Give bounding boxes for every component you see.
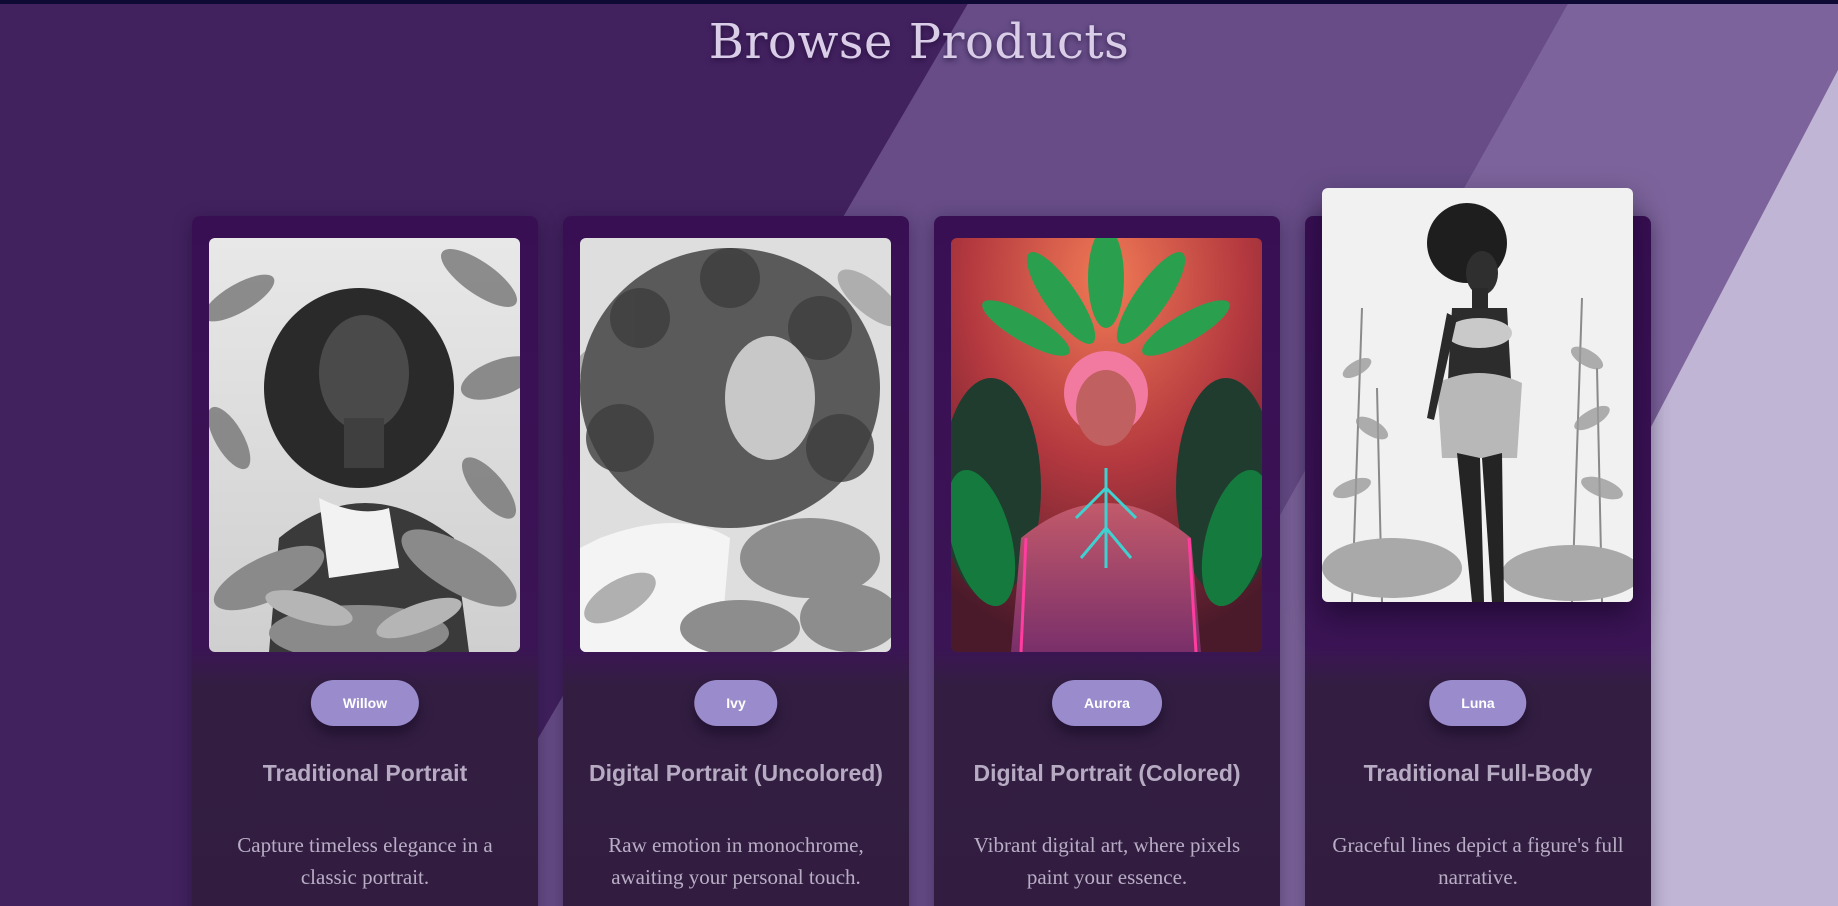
- top-strip: [0, 0, 1838, 4]
- product-card-willow[interactable]: Willow Traditional Portrait Capture time…: [192, 216, 538, 906]
- product-title-aurora: Digital Portrait (Colored): [973, 760, 1241, 786]
- product-name-aurora-button[interactable]: Aurora: [1052, 680, 1162, 726]
- page-title: Browse Products: [708, 14, 1130, 70]
- product-title-luna: Traditional Full-Body: [1363, 760, 1593, 786]
- product-description-aurora: Vibrant digital art, where pixels paint …: [973, 833, 1241, 889]
- product-image-ivy[interactable]: [580, 238, 891, 652]
- product-description-ivy: Raw emotion in monochrome, awaiting your…: [608, 833, 864, 889]
- product-image-willow[interactable]: [209, 238, 520, 652]
- product-name-luna-button[interactable]: Luna: [1429, 680, 1527, 726]
- product-card-ivy[interactable]: Ivy Digital Portrait (Uncolored) Raw emo…: [563, 216, 909, 906]
- product-description-luna: Graceful lines depict a figure's full na…: [1332, 833, 1624, 889]
- product-card-aurora[interactable]: Aurora Digital Portrait (Colored) Vibran…: [934, 216, 1280, 906]
- product-image-luna[interactable]: [1322, 188, 1633, 602]
- product-image-aurora[interactable]: [951, 238, 1262, 652]
- product-description-willow: Capture timeless elegance in a classic p…: [237, 833, 493, 889]
- product-title-willow: Traditional Portrait: [262, 760, 468, 786]
- product-card-luna[interactable]: Luna Traditional Full-Body Graceful line…: [1305, 188, 1651, 906]
- product-name-willow-button[interactable]: Willow: [310, 680, 420, 726]
- product-name-ivy-button[interactable]: Ivy: [694, 680, 778, 726]
- product-title-ivy: Digital Portrait (Uncolored): [589, 760, 883, 786]
